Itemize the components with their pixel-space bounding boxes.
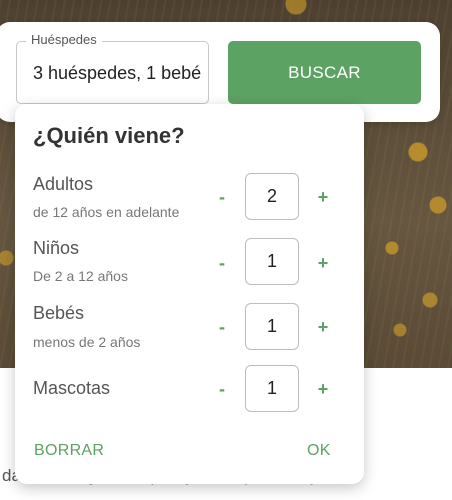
babies-sublabel: menos de 2 años xyxy=(33,334,141,350)
children-increment-button[interactable]: + xyxy=(313,253,333,273)
pets-increment-button[interactable]: + xyxy=(313,379,333,399)
guests-field[interactable]: 3 huéspedes, 1 bebé xyxy=(16,41,209,104)
babies-count[interactable]: 1 xyxy=(245,303,299,350)
ok-button[interactable]: OK xyxy=(307,442,331,460)
babies-decrement-button[interactable]: - xyxy=(212,317,232,337)
children-decrement-button[interactable]: - xyxy=(212,253,232,273)
children-label: Niños xyxy=(33,238,80,258)
children-sublabel: De 2 a 12 años xyxy=(33,268,128,284)
babies-label: Bebés xyxy=(33,303,85,323)
adults-count[interactable]: 2 xyxy=(245,173,299,220)
babies-increment-button[interactable]: + xyxy=(313,317,333,337)
adults-sublabel: de 12 años en adelante xyxy=(33,204,180,220)
adults-label: Adultos xyxy=(33,174,94,194)
guests-value: 3 huéspedes, 1 bebé xyxy=(33,63,202,83)
pets-count[interactable]: 1 xyxy=(245,365,299,412)
adults-increment-button[interactable]: + xyxy=(313,187,333,207)
pets-label: Mascotas xyxy=(33,378,111,398)
children-count[interactable]: 1 xyxy=(245,238,299,285)
guests-popover: ¿Quién viene? Adultos de 12 años en adel… xyxy=(15,104,364,484)
guests-field-label: Huéspedes xyxy=(26,32,102,47)
clear-button[interactable]: BORRAR xyxy=(34,442,104,460)
pets-decrement-button[interactable]: - xyxy=(212,379,232,399)
adults-decrement-button[interactable]: - xyxy=(212,187,232,207)
search-button[interactable]: BUSCAR xyxy=(228,41,421,104)
popover-title: ¿Quién viene? xyxy=(33,123,185,148)
